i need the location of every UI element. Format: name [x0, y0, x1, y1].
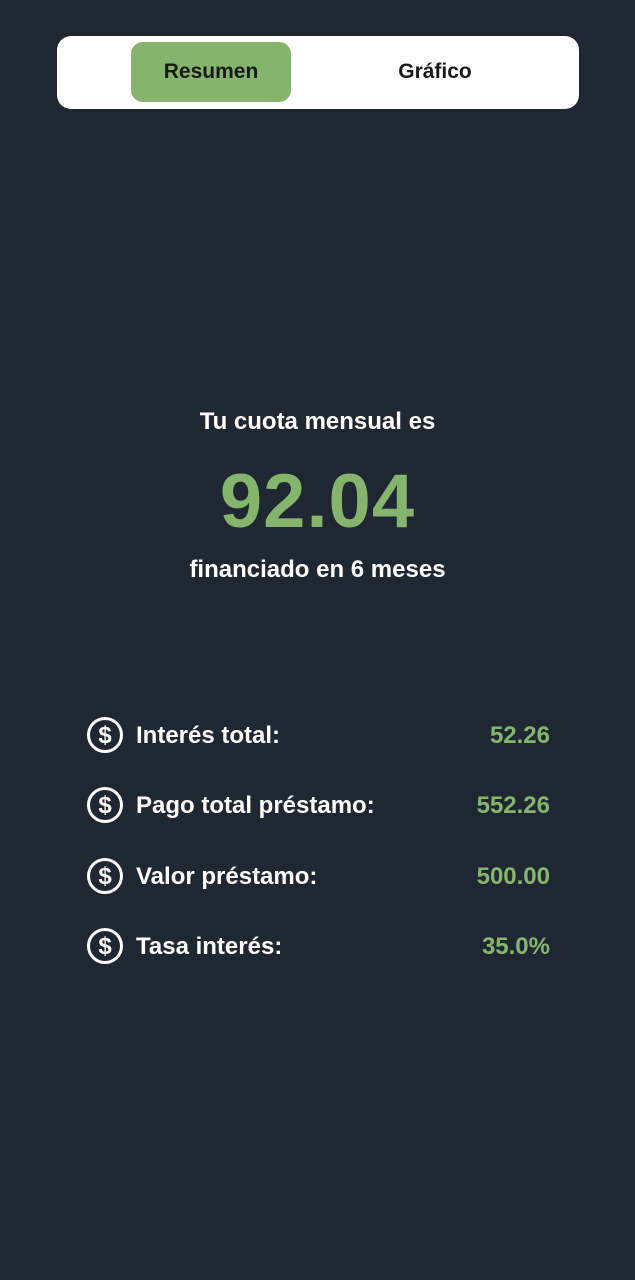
stat-row-total-interest: $ Interés total: 52.26	[86, 716, 550, 756]
stat-value: 552.26	[476, 792, 550, 819]
tab-grafico[interactable]: Gráfico	[355, 42, 515, 102]
stat-label: Tasa interés:	[136, 933, 283, 960]
dollar-circle-icon: $	[87, 717, 123, 753]
stat-label: Pago total préstamo:	[136, 792, 375, 819]
stat-value: 52.26	[489, 722, 550, 749]
dollar-circle-icon: $	[87, 858, 123, 894]
tab-resumen[interactable]: Resumen	[131, 42, 291, 102]
monthly-payment-intro: Tu cuota mensual es	[199, 408, 436, 435]
stat-row-total-payment: $ Pago total préstamo: 552.26	[86, 786, 550, 826]
dollar-circle-icon: $	[87, 787, 123, 823]
stat-value: 500.00	[476, 863, 550, 890]
stat-label: Valor préstamo:	[136, 863, 318, 890]
tab-bar: Resumen Gráfico	[57, 36, 579, 109]
stat-value: 35.0%	[481, 933, 550, 960]
financing-term: financiado en 6 meses	[189, 556, 446, 583]
monthly-payment-amount: 92.04	[219, 459, 416, 544]
svg-text:$: $	[98, 863, 112, 890]
svg-text:$: $	[98, 933, 112, 960]
stat-label: Interés total:	[136, 722, 281, 749]
stat-row-loan-amount: $ Valor préstamo: 500.00	[86, 857, 550, 897]
dollar-circle-icon: $	[87, 928, 123, 964]
stat-row-interest-rate: $ Tasa interés: 35.0%	[86, 927, 550, 967]
svg-text:$: $	[98, 792, 112, 819]
svg-text:$: $	[98, 722, 112, 749]
